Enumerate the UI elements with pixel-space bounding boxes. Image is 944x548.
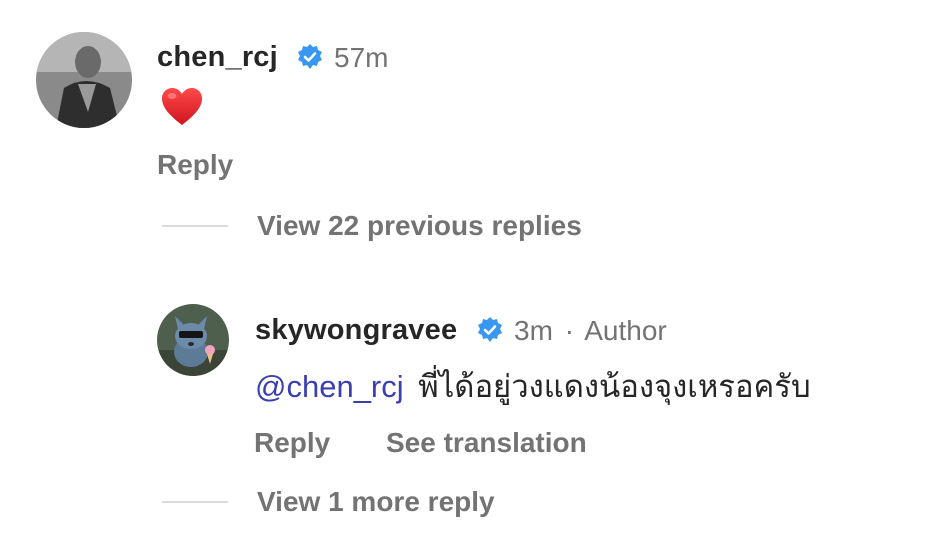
view-more-replies-button[interactable]: View 1 more reply (257, 485, 495, 519)
mention-link[interactable]: @chen_rcj (255, 369, 404, 404)
avatar[interactable] (157, 304, 229, 376)
reply-meta: 3m · Author (514, 314, 667, 348)
author-label: Author (584, 315, 667, 346)
username[interactable]: skywongravee (255, 313, 457, 347)
reply-body-text: พี่ได้อยู่วงแดงน้องจุงเหรอครับ (418, 369, 811, 404)
reply-body: @chen_rcj พี่ได้อยู่วงแดงน้องจุงเหรอครับ (255, 367, 811, 407)
verified-badge-icon (476, 316, 504, 349)
thread-divider (162, 225, 228, 227)
reply-button[interactable]: Reply (254, 426, 330, 460)
comment-chen-rcj: chen_rcj 57m Reply (0, 0, 944, 200)
reply-button[interactable]: Reply (157, 148, 233, 182)
username[interactable]: chen_rcj (157, 40, 278, 74)
view-previous-replies-button[interactable]: View 22 previous replies (257, 209, 582, 243)
reply-skywongravee: skywongravee 3m · Author @chen_rcj พี่ได… (0, 290, 944, 470)
see-translation-button[interactable]: See translation (386, 426, 587, 460)
reply-time: 3m (514, 315, 553, 346)
heart-emoji (161, 87, 203, 132)
comment-time: 57m (334, 42, 389, 73)
verified-badge-icon (296, 43, 324, 76)
thread-divider (162, 501, 228, 503)
meta-separator: · (564, 315, 575, 346)
avatar[interactable] (36, 32, 132, 128)
